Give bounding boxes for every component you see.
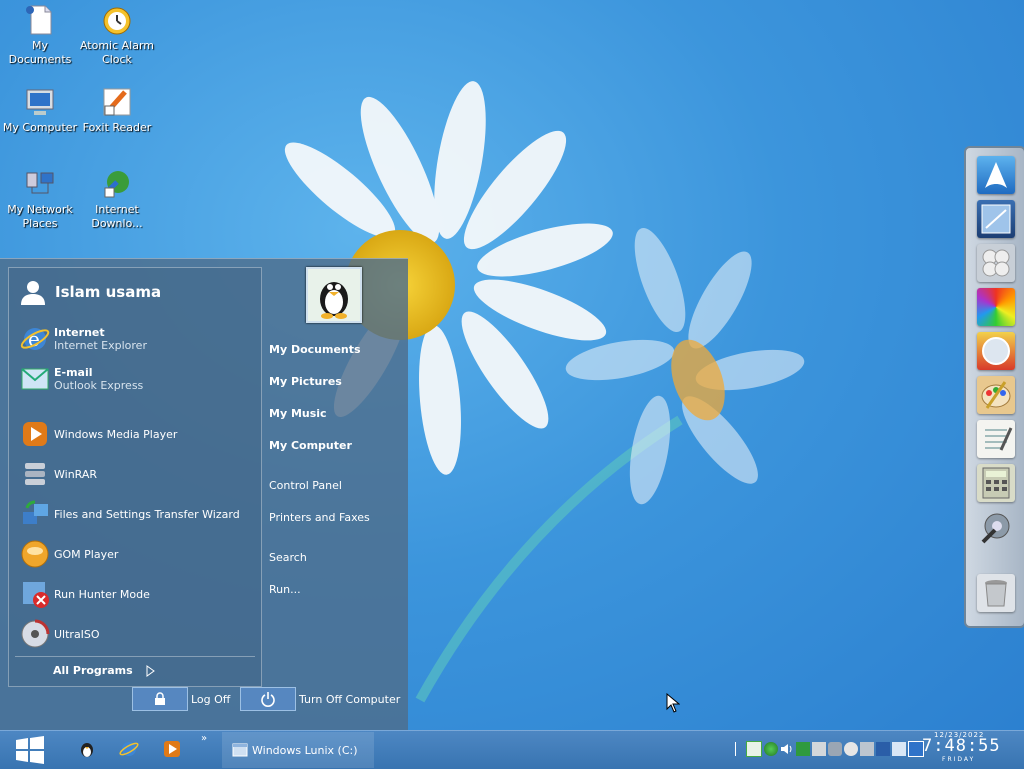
start-item-email[interactable]: E-mail Outlook Express bbox=[19, 362, 143, 396]
documents-icon bbox=[24, 4, 56, 36]
start-right-control-panel[interactable]: Control Panel bbox=[269, 479, 342, 492]
desktop-icon-foxit-reader[interactable]: Foxit Reader bbox=[77, 86, 157, 135]
dock-notepad[interactable] bbox=[977, 420, 1015, 458]
taskbar: » Windows Lunix (C:) 12/23/2022 7:48:55 … bbox=[0, 730, 1024, 769]
power-icon bbox=[261, 692, 275, 707]
user-icon bbox=[21, 281, 45, 305]
start-item-internet[interactable]: e Internet Internet Explorer bbox=[19, 322, 147, 356]
start-right-my-music[interactable]: My Music bbox=[269, 407, 327, 420]
tray-device-icon[interactable] bbox=[812, 742, 826, 756]
tux-penguin-icon bbox=[320, 282, 348, 319]
start-item-gom-player[interactable]: GOM Player bbox=[19, 537, 118, 571]
desktop-icon-my-documents[interactable]: My Documents bbox=[0, 4, 80, 67]
whiteboard-icon bbox=[981, 204, 1011, 234]
start-menu-user: Islam usama bbox=[19, 278, 161, 306]
start-item-windows-media-player[interactable]: Windows Media Player bbox=[19, 417, 177, 451]
hunter-icon bbox=[23, 582, 49, 608]
tray-camera-icon[interactable] bbox=[860, 742, 874, 756]
winrar-icon bbox=[25, 463, 45, 485]
lock-icon bbox=[155, 692, 165, 705]
start-item-run-hunter-mode[interactable]: Run Hunter Mode bbox=[19, 577, 150, 611]
clock-time[interactable]: 7:48:55 bbox=[922, 736, 1001, 756]
dock-system-settings[interactable] bbox=[977, 508, 1015, 546]
start-button[interactable] bbox=[14, 735, 46, 765]
notepad-icon bbox=[985, 427, 1013, 451]
dock-media-discs[interactable] bbox=[977, 244, 1015, 282]
tray-document-icon[interactable] bbox=[746, 741, 762, 757]
drive-window-icon bbox=[232, 743, 248, 757]
clock-day: FRIDAY bbox=[942, 756, 976, 763]
dock-trash[interactable] bbox=[977, 574, 1015, 612]
start-right-my-computer[interactable]: My Computer bbox=[269, 439, 352, 452]
mouse-cursor-icon bbox=[666, 693, 680, 713]
user-name: Islam usama bbox=[55, 283, 162, 301]
network-places-icon bbox=[24, 168, 56, 200]
chevron-right-icon bbox=[146, 664, 155, 677]
dock-arch-launcher[interactable] bbox=[977, 156, 1015, 194]
desktop-icon-my-computer[interactable]: My Computer bbox=[0, 86, 80, 135]
dock-color-picker[interactable] bbox=[977, 288, 1015, 326]
computer-icon bbox=[24, 86, 56, 118]
tux-icon bbox=[81, 743, 93, 757]
start-item-ultraiso[interactable]: UltraISO bbox=[19, 617, 100, 651]
dock-calculator[interactable] bbox=[977, 464, 1015, 502]
transfer-wizard-icon bbox=[23, 500, 48, 524]
tray-network-globe-icon[interactable] bbox=[764, 742, 778, 756]
windows-logo-icon bbox=[16, 736, 44, 764]
tray-security-check-icon[interactable] bbox=[796, 742, 810, 756]
start-item-winrar[interactable]: WinRAR bbox=[19, 457, 97, 491]
alarm-clock-icon bbox=[101, 4, 133, 36]
dock-browser[interactable] bbox=[977, 332, 1015, 370]
paint-palette-icon bbox=[981, 381, 1011, 409]
all-programs-button[interactable]: All Programs bbox=[53, 664, 155, 677]
desktop-icon-atomic-alarm-clock[interactable]: Atomic Alarm Clock bbox=[77, 4, 157, 67]
taskbar-window-button[interactable]: Windows Lunix (C:) bbox=[222, 732, 374, 768]
tray-lock-icon[interactable] bbox=[828, 742, 842, 756]
start-right-my-pictures[interactable]: My Pictures bbox=[269, 375, 342, 388]
turn-off-label[interactable]: Turn Off Computer bbox=[299, 693, 400, 706]
tray-separator bbox=[735, 742, 736, 756]
desktop-icon-my-network-places[interactable]: My Network Places bbox=[0, 168, 80, 231]
log-off-button[interactable] bbox=[132, 687, 188, 711]
start-menu-programs-pane: Islam usama e Internet Internet Explorer … bbox=[8, 267, 262, 687]
user-picture-tux[interactable] bbox=[306, 267, 362, 323]
start-right-search[interactable]: Search bbox=[269, 551, 307, 564]
start-menu: Islam usama e Internet Internet Explorer … bbox=[0, 258, 408, 731]
ultraiso-icon bbox=[21, 619, 50, 648]
log-off-label[interactable]: Log Off bbox=[191, 693, 230, 706]
app-dock bbox=[964, 146, 1024, 628]
system-tray bbox=[735, 739, 926, 759]
internet-download-manager-icon bbox=[101, 168, 133, 200]
arch-logo-icon bbox=[985, 162, 1007, 188]
wmp-icon bbox=[23, 422, 47, 446]
desktop-icon-internet-download[interactable]: Internet Downlo... bbox=[77, 168, 157, 231]
start-menu-separator bbox=[15, 656, 255, 657]
settings-wrench-icon bbox=[981, 513, 1010, 544]
media-player-icon bbox=[164, 741, 180, 757]
internet-explorer-icon bbox=[119, 742, 139, 756]
tray-volume-icon[interactable] bbox=[780, 742, 794, 756]
quicklaunch-internet-explorer[interactable] bbox=[119, 739, 139, 759]
start-right-run[interactable]: Run... bbox=[269, 583, 301, 596]
start-right-my-documents[interactable]: My Documents bbox=[269, 343, 361, 356]
dock-whiteboard[interactable] bbox=[977, 200, 1015, 238]
tray-window-icon[interactable] bbox=[892, 742, 906, 756]
foxit-reader-icon bbox=[101, 86, 133, 118]
globe-icon bbox=[982, 337, 1010, 365]
tray-skype-icon[interactable] bbox=[844, 742, 858, 756]
start-right-printers-faxes[interactable]: Printers and Faxes bbox=[269, 511, 370, 524]
quicklaunch-tux[interactable] bbox=[77, 739, 97, 759]
discs-icon bbox=[982, 249, 1010, 277]
trash-icon bbox=[985, 580, 1007, 607]
quicklaunch-overflow[interactable]: » bbox=[201, 733, 207, 744]
start-item-transfer-wizard[interactable]: Files and Settings Transfer Wizard bbox=[19, 497, 240, 531]
calculator-icon bbox=[982, 467, 1010, 499]
quicklaunch-media-player[interactable] bbox=[162, 739, 182, 759]
dock-paint[interactable] bbox=[977, 376, 1015, 414]
outlook-express-icon bbox=[21, 368, 49, 390]
tray-display-icon[interactable] bbox=[876, 742, 890, 756]
gom-icon bbox=[21, 540, 49, 568]
turn-off-button[interactable] bbox=[240, 687, 296, 711]
internet-explorer-icon: e bbox=[20, 327, 50, 351]
